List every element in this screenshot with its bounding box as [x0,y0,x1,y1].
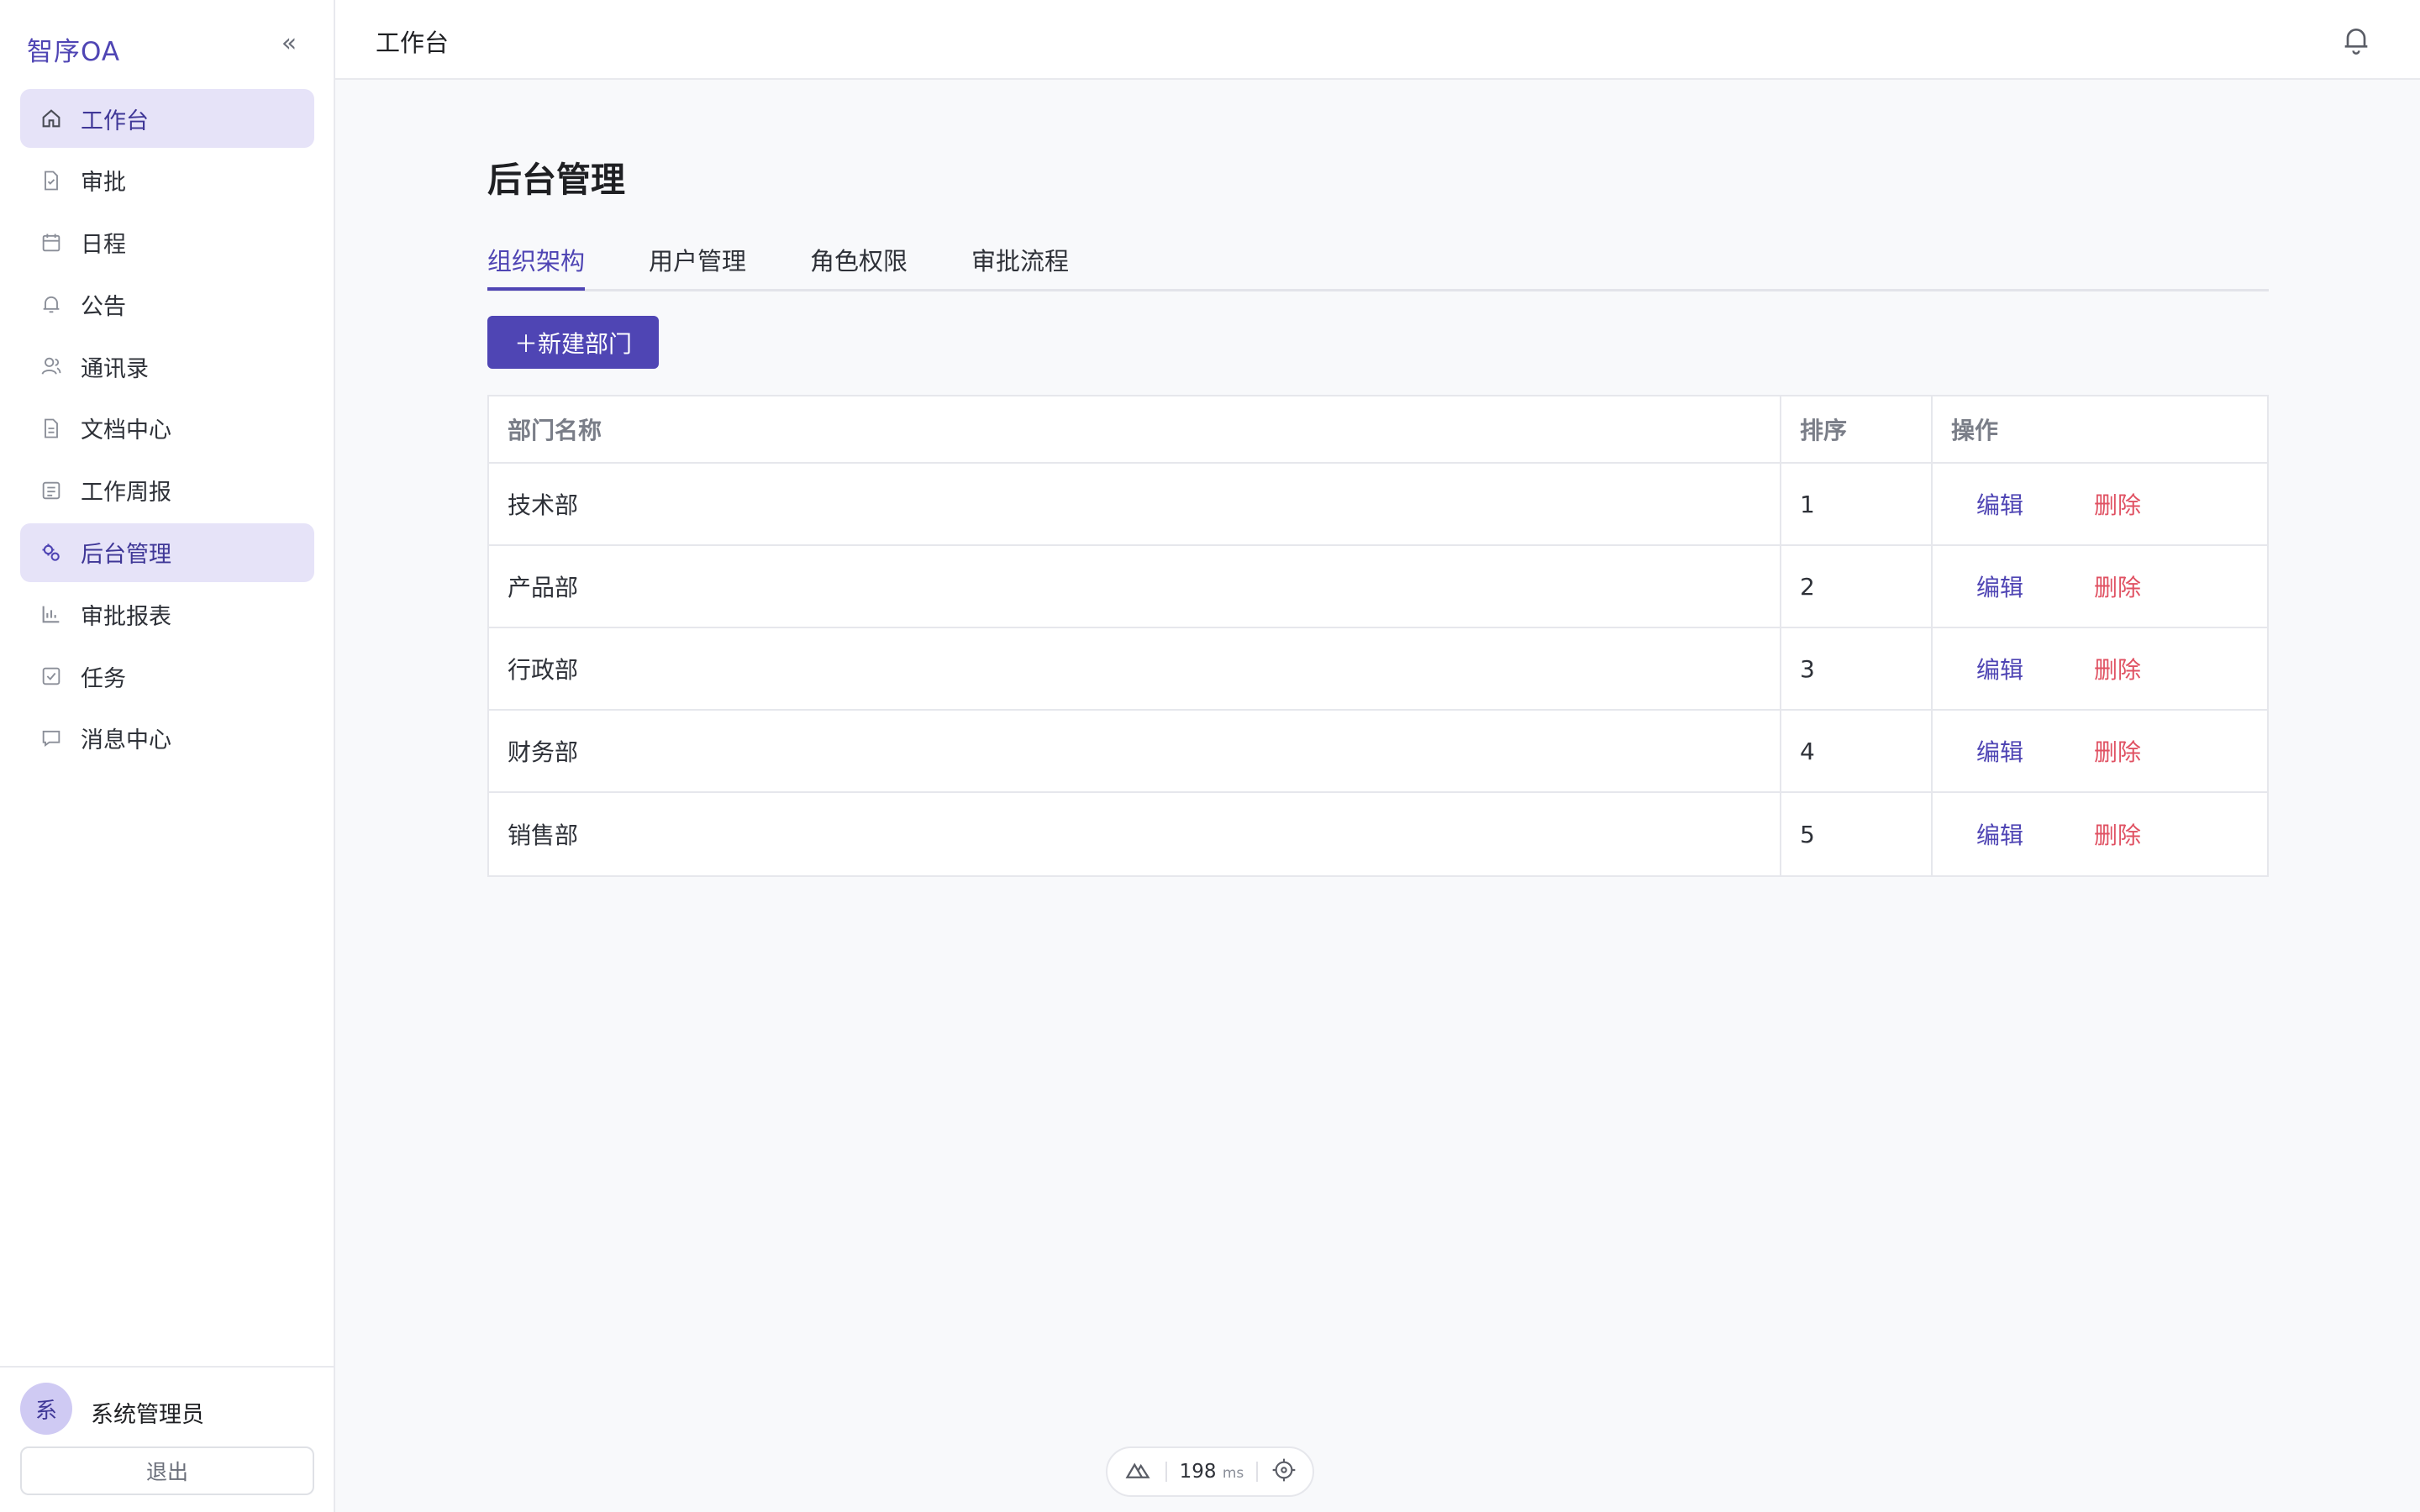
top-header: 工作台 [335,0,2420,80]
sidebar-item-weekly-report[interactable]: 工作周报 [20,461,314,520]
contacts-icon [39,354,64,379]
sidebar-item-documents[interactable]: 文档中心 [20,399,314,458]
timing-unit: ms [1222,1465,1244,1482]
logout-button[interactable]: 退出 [20,1446,314,1495]
calendar-icon [39,230,64,255]
sidebar-item-contacts[interactable]: 通讯录 [20,337,314,396]
sidebar-item-workbench[interactable]: 工作台 [20,89,314,148]
sidebar-item-label: 工作台 [81,108,149,134]
sidebar-item-schedule[interactable]: 日程 [20,213,314,272]
row-actions: 编辑 删除 [1933,711,2267,791]
edit-link[interactable]: 编辑 [1976,652,2023,685]
tab-approval-flow[interactable]: 审批流程 [971,242,1069,291]
tab-org-structure[interactable]: 组织架构 [487,242,586,291]
department-order: 3 [1781,628,1933,709]
inspect-target-icon[interactable] [1270,1457,1297,1487]
delete-link[interactable]: 删除 [2094,570,2141,603]
department-name: 财务部 [489,711,1781,791]
column-header-order: 排序 [1781,396,1933,462]
edit-link[interactable]: 编辑 [1976,817,2023,851]
approval-doc-icon [39,168,64,193]
table-row: 技术部 1 编辑 删除 [489,464,2267,546]
row-actions: 编辑 删除 [1933,628,2267,709]
table-row: 财务部 4 编辑 删除 [489,711,2267,793]
department-name: 技术部 [489,464,1781,544]
sidebar-user-panel: 系 系统管理员 退出 [0,1366,335,1512]
sidebar-item-approval-report[interactable]: 审批报表 [20,585,314,643]
department-order: 4 [1781,711,1933,791]
tab-role-permissions[interactable]: 角色权限 [810,242,908,291]
notification-bell-icon[interactable] [2339,22,2373,57]
sidebar: 智序OA « 工作台 审批 日程 公告 通讯录 文档中心 工作周报 后台管理 审… [0,0,335,1512]
row-actions: 编辑 删除 [1933,546,2267,627]
timing-value: 198 [1179,1461,1217,1483]
row-actions: 编辑 删除 [1933,464,2267,544]
bell-icon [39,291,64,317]
department-order: 1 [1781,464,1933,544]
sidebar-item-label: 审批报表 [81,603,171,630]
sidebar-item-admin[interactable]: 后台管理 [20,522,314,582]
collapse-sidebar-button[interactable]: « [276,27,302,60]
sidebar-item-label: 审批 [81,170,126,197]
message-icon [39,726,64,751]
table-row: 销售部 5 编辑 删除 [489,793,2267,875]
delete-link[interactable]: 删除 [2094,487,2141,521]
department-name: 行政部 [489,628,1781,709]
sidebar-item-approval[interactable]: 审批 [20,151,314,210]
row-actions: 编辑 删除 [1933,793,2267,875]
sidebar-item-messages[interactable]: 消息中心 [20,709,314,768]
department-order: 2 [1781,546,1933,627]
sidebar-item-label: 文档中心 [81,417,171,444]
department-name: 产品部 [489,546,1781,627]
new-department-button[interactable]: ＋新建部门 [487,316,659,369]
sidebar-item-label: 通讯录 [81,355,149,382]
divider [1165,1462,1167,1482]
user-name: 系统管理员 [91,1402,204,1428]
column-header-name: 部门名称 [489,396,1781,462]
bar-chart-icon [39,601,64,627]
sidebar-item-label: 公告 [81,293,126,320]
department-table: 部门名称 排序 操作 技术部 1 编辑 删除 产品部 2 编辑 删除 行政部 3… [487,395,2269,877]
sidebar-item-announcement[interactable]: 公告 [20,275,314,333]
sidebar-item-label: 后台管理 [81,542,171,569]
task-check-icon [39,664,64,689]
column-header-actions: 操作 [1951,417,1999,444]
table-row: 产品部 2 编辑 删除 [489,546,2267,628]
delete-link[interactable]: 删除 [2094,817,2141,851]
page-title: 后台管理 [487,160,625,200]
render-timing: 198 ms [1180,1461,1244,1483]
edit-link[interactable]: 编辑 [1976,487,2023,521]
devtools-toolbar: 198 ms [1106,1446,1314,1497]
header-title: 工作台 [376,29,450,57]
edit-link[interactable]: 编辑 [1976,570,2023,603]
department-name: 销售部 [489,793,1781,875]
sidebar-item-tasks[interactable]: 任务 [20,647,314,706]
delete-link[interactable]: 删除 [2094,652,2141,685]
edit-link[interactable]: 编辑 [1976,734,2023,768]
tab-bar: 组织架构 用户管理 角色权限 审批流程 [487,239,2269,291]
nuxt-logo-icon[interactable] [1123,1457,1153,1486]
sidebar-item-label: 日程 [81,232,126,259]
delete-link[interactable]: 删除 [2094,734,2141,768]
sidebar-item-label: 任务 [81,665,126,692]
brand-logo-text: 智序OA [27,37,121,67]
home-icon [39,106,64,131]
admin-settings-icon [39,540,64,565]
avatar: 系 [20,1383,72,1435]
table-header-row: 部门名称 排序 操作 [489,396,2267,464]
sidebar-item-label: 工作周报 [81,480,171,507]
sidebar-item-label: 消息中心 [81,727,171,754]
report-list-icon [39,478,64,503]
document-icon [39,416,64,441]
sidebar-nav: 工作台 审批 日程 公告 通讯录 文档中心 工作周报 后台管理 审批报表 任务 … [20,89,314,771]
department-order: 5 [1781,793,1933,875]
table-row: 行政部 3 编辑 删除 [489,628,2267,711]
tab-user-management[interactable]: 用户管理 [649,242,746,291]
divider [1256,1462,1259,1482]
